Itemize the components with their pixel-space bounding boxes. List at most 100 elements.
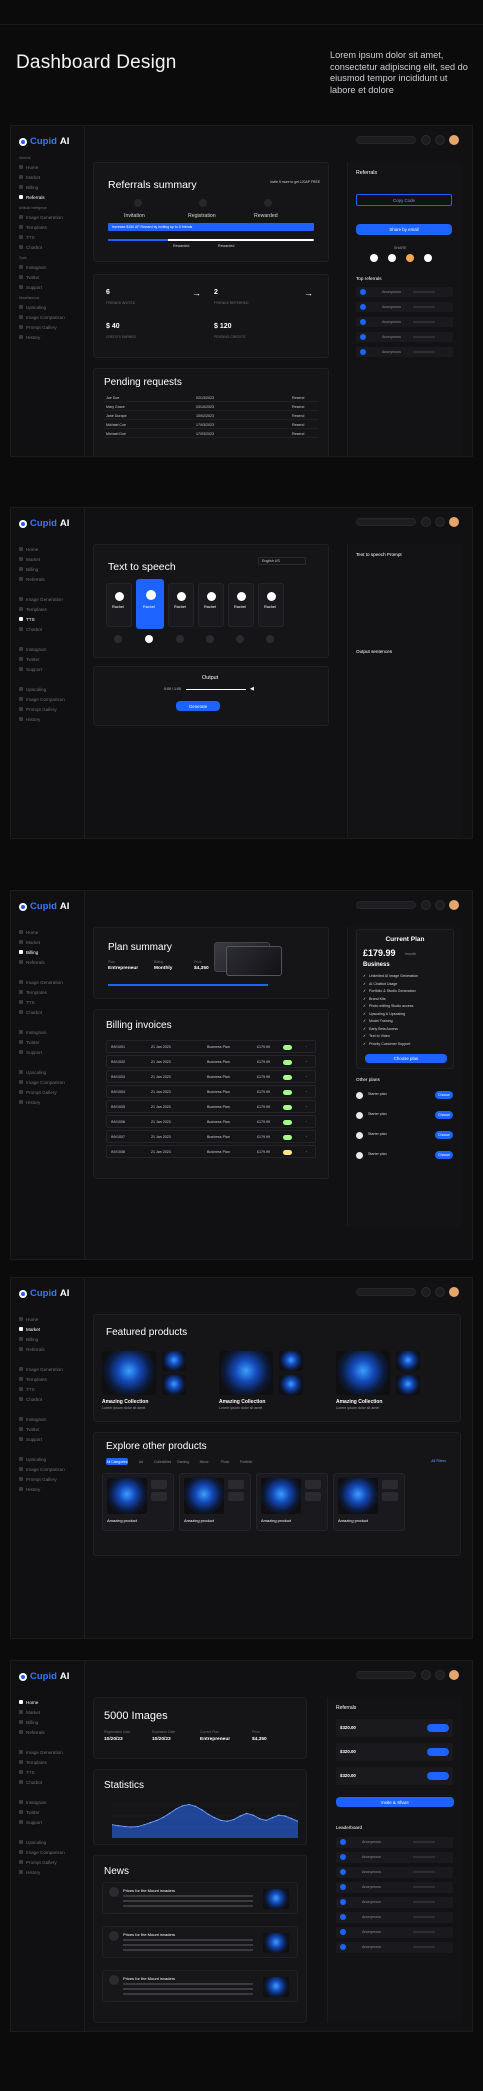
resend-button[interactable]: Resend [292,396,304,400]
sidebar-item-support[interactable]: Support [19,1049,42,1055]
sidebar-item-templates[interactable]: Templates [19,1759,47,1765]
chevron-down-icon[interactable]: ⌄ [305,1089,308,1093]
sidebar-item-support[interactable]: Support [19,284,42,290]
chevron-down-icon[interactable]: ⌄ [305,1134,308,1138]
sidebar-item-billing[interactable]: Billing [19,566,38,572]
sidebar-item-upscaling[interactable]: Upscaling [19,686,46,692]
sidebar-item-templates[interactable]: Templates [19,1376,47,1382]
notification-icon[interactable] [421,900,431,910]
status-toggle[interactable] [283,1105,292,1110]
arrow-right-icon[interactable]: → [304,288,313,298]
search-input[interactable] [356,1288,416,1296]
copy-icon[interactable] [427,1748,449,1756]
product-thumb[interactable] [279,1351,303,1371]
sidebar-item-templates[interactable]: Templates [19,606,47,612]
sidebar-item-history[interactable]: History [19,1099,40,1105]
sidebar-item-instagram[interactable]: Instagram [19,264,46,270]
notification-icon[interactable] [421,1670,431,1680]
chevron-down-icon[interactable]: ⌄ [305,1044,308,1048]
notification-icon[interactable] [421,1287,431,1297]
sidebar-item-upscaling[interactable]: Upscaling [19,1069,46,1075]
sidebar-item-templates[interactable]: Templates [19,989,47,995]
sidebar-item-twitter[interactable]: Twitter [19,656,40,662]
sidebar-item-image-comparison[interactable]: Image Comparison [19,1466,65,1472]
filter-chip[interactable]: Collectibles [154,1458,171,1465]
search-input[interactable] [356,1671,416,1679]
language-select[interactable]: English US [258,557,306,565]
filter-chip[interactable]: Art [133,1458,149,1465]
chevron-down-icon[interactable]: ⌄ [305,1119,308,1123]
link-icon[interactable] [370,254,378,262]
invite-share-button[interactable]: Invite & Share [336,1797,454,1807]
notification-icon[interactable] [421,135,431,145]
sidebar-item-prompt-gallery[interactable]: Prompt Gallery [19,1476,57,1482]
choose-button[interactable]: Choose [435,1111,453,1119]
sidebar-item-templates[interactable]: Templates [19,224,47,230]
sidebar-item-home[interactable]: Home [19,1316,38,1322]
filter-chip[interactable]: Portfolio [238,1458,254,1465]
product-thumb[interactable] [162,1351,186,1371]
sidebar-item-twitter[interactable]: Twitter [19,1809,40,1815]
sidebar-item-market[interactable]: Market [19,174,40,180]
news-item[interactable]: Prices for the Mount invaders [102,1882,298,1914]
product-thumb[interactable] [162,1375,186,1395]
sidebar-item-support[interactable]: Support [19,1436,42,1442]
sidebar-item-chatbot[interactable]: Chatbot [19,1396,42,1402]
settings-icon[interactable] [435,900,445,910]
sidebar-item-chatbot[interactable]: Chatbot [19,244,42,250]
status-toggle[interactable] [283,1045,292,1050]
app-logo[interactable]: Cupid AI [19,901,69,912]
sidebar-item-tts[interactable]: TTS [19,616,35,622]
sidebar-item-history[interactable]: History [19,1486,40,1492]
sidebar-item-billing[interactable]: Billing [19,1719,38,1725]
play-icon[interactable] [145,635,153,643]
sidebar-item-support[interactable]: Support [19,666,42,672]
arrow-right-icon[interactable]: → [192,288,201,298]
chevron-down-icon[interactable]: ⌄ [305,1074,308,1078]
sidebar-item-chatbot[interactable]: Chatbot [19,626,42,632]
sidebar-item-image-comparison[interactable]: Image Comparison [19,696,65,702]
sidebar-item-billing[interactable]: Billing [19,949,38,955]
app-logo[interactable]: Cupid AI [19,136,69,147]
reddit-icon[interactable] [406,254,414,262]
resend-button[interactable]: Resend [292,405,304,409]
product-image[interactable] [102,1351,156,1395]
filter-chip[interactable]: All Categories [106,1458,128,1465]
sidebar-item-history[interactable]: History [19,334,40,340]
sidebar-item-referrals[interactable]: Referrals [19,959,45,965]
status-toggle[interactable] [283,1135,292,1140]
voice-card[interactable]: Rachel [168,583,194,627]
sidebar-item-market[interactable]: Market [19,1709,40,1715]
app-logo[interactable]: Cupid AI [19,518,69,529]
copy-icon[interactable] [427,1724,449,1732]
sidebar-item-prompt-gallery[interactable]: Prompt Gallery [19,324,57,330]
product-thumb[interactable] [279,1375,303,1395]
status-toggle[interactable] [283,1090,292,1095]
voice-card[interactable]: Rachel [258,583,284,627]
sidebar-item-referrals[interactable]: Referrals [19,1346,45,1352]
copy-icon[interactable] [427,1772,449,1780]
all-filters-button[interactable]: All Filters [431,1459,446,1463]
sidebar-item-market[interactable]: Market [19,1326,40,1332]
sidebar-item-market[interactable]: Market [19,556,40,562]
avatar[interactable] [449,1287,459,1297]
play-icon[interactable] [114,635,122,643]
settings-icon[interactable] [435,1670,445,1680]
sidebar-item-upscaling[interactable]: Upscaling [19,304,46,310]
choose-button[interactable]: Choose [435,1091,453,1099]
app-logo[interactable]: Cupid AI [19,1288,69,1299]
product-image[interactable] [219,1351,273,1395]
filter-chip[interactable]: Photo [217,1458,233,1465]
sidebar-item-billing[interactable]: Billing [19,1336,38,1342]
generate-button[interactable]: Generate [176,701,220,711]
sidebar-item-upscaling[interactable]: Upscaling [19,1839,46,1845]
filter-chip[interactable]: Gaming [175,1458,191,1465]
voice-card[interactable]: Rachel [106,583,132,627]
voice-card-selected[interactable]: Rachel [136,579,164,629]
sidebar-item-billing[interactable]: Billing [19,184,38,190]
sidebar-item-tts[interactable]: TTS [19,1386,35,1392]
twitter-icon[interactable] [424,254,432,262]
sidebar-item-referrals[interactable]: Referrals [19,194,45,200]
search-input[interactable] [356,136,416,144]
product-image[interactable] [336,1351,390,1395]
